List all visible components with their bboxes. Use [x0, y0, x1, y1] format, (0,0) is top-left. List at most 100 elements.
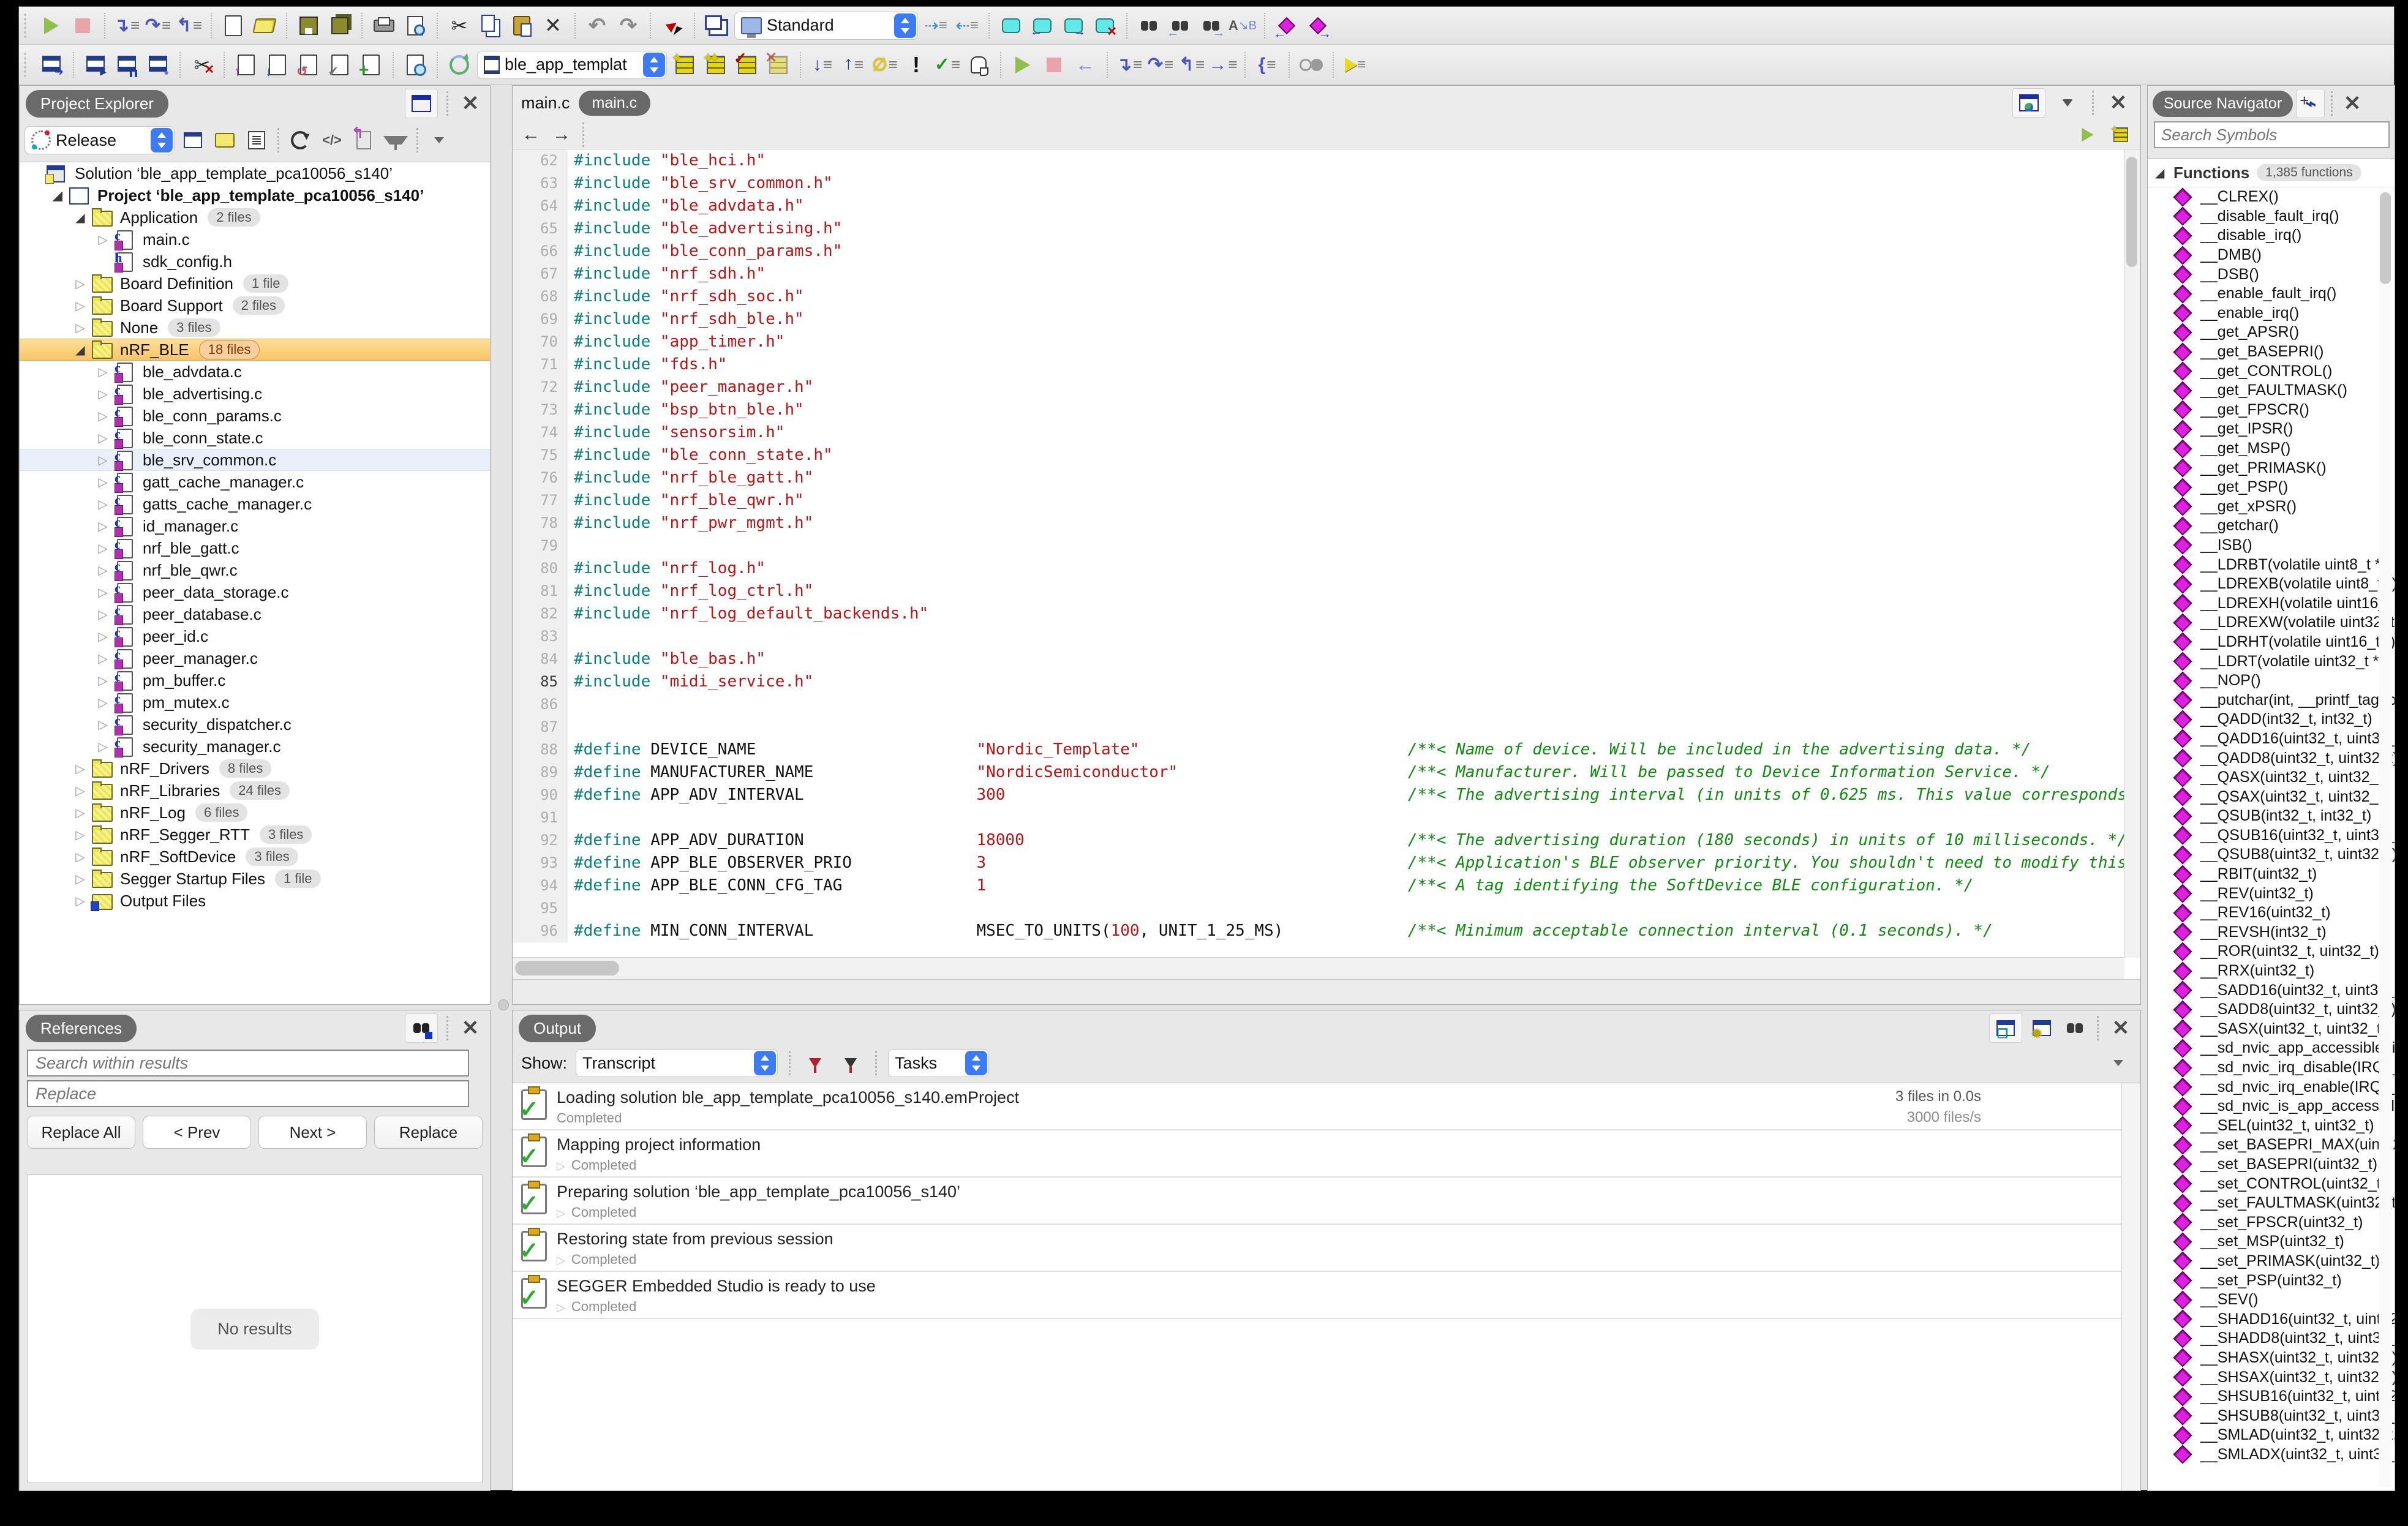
function-item[interactable]: __get_FAULTMASK() — [2148, 381, 2395, 400]
toggle-breakpoint-list-icon[interactable] — [871, 51, 898, 78]
functions-group-row[interactable]: ◢ Functions 1,385 functions — [2148, 159, 2395, 187]
panel-view-button[interactable] — [405, 89, 438, 118]
function-item[interactable]: __enable_fault_irq() — [2148, 284, 2395, 304]
build-log-icon[interactable] — [2028, 1015, 2055, 1042]
pause-target-icon[interactable] — [145, 51, 171, 78]
build-check-icon[interactable] — [734, 51, 761, 78]
goto-reference-icon[interactable] — [176, 12, 203, 39]
scrollbar-thumb[interactable] — [2380, 192, 2391, 284]
task-row[interactable]: SEGGER Embedded Studio is ready to useCo… — [513, 1272, 2122, 1319]
new-file-icon[interactable] — [220, 12, 247, 39]
task-row[interactable]: Preparing solution ‘ble_app_template_pca… — [513, 1178, 2122, 1225]
select-spinner-icon[interactable] — [643, 53, 665, 77]
expander-icon[interactable]: ▷ — [70, 298, 91, 314]
function-item[interactable]: __disable_irq() — [2148, 226, 2395, 246]
function-item[interactable]: __sd_nvic_is_app_accessible_irq(IRQn_Typ… — [2148, 1097, 2395, 1116]
find-icon[interactable] — [1135, 12, 1162, 39]
next-button[interactable]: Next > — [258, 1116, 367, 1149]
tree-item-ble-advdata-c[interactable]: ▷ble_advdata.c — [20, 361, 490, 383]
function-item[interactable]: __SMLAD(uint32_t, uint32_t, uint32_t) — [2148, 1426, 2395, 1445]
goto-prev-location-icon[interactable] — [840, 51, 867, 78]
replace-input[interactable] — [27, 1080, 469, 1107]
function-item[interactable]: __get_PSP() — [2148, 478, 2395, 497]
function-item[interactable]: __QADD8(uint32_t, uint32_t) — [2148, 748, 2395, 768]
expander-icon[interactable]: ◢ — [47, 188, 68, 203]
debug-stop-icon[interactable] — [1040, 51, 1067, 78]
editor-tab-main-c[interactable]: main.c — [579, 91, 651, 116]
replace-icon[interactable] — [1229, 12, 1256, 39]
search-symbols-input[interactable] — [2154, 121, 2390, 148]
add-file-icon[interactable] — [358, 51, 385, 78]
function-item[interactable]: __RRX(uint32_t) — [2148, 961, 2395, 981]
print-preview-icon[interactable] — [402, 12, 429, 39]
function-item[interactable]: __LDREXH(volatile uint16_t *) — [2148, 593, 2395, 613]
editor-menu-chevron-icon[interactable] — [2054, 89, 2081, 116]
function-item[interactable]: __set_CONTROL(uint32_t) — [2148, 1174, 2395, 1193]
goto-next-location-icon[interactable] — [809, 51, 836, 78]
close-panel-button[interactable] — [2107, 1015, 2134, 1042]
function-item[interactable]: __SHADD16(uint32_t, uint32_t) — [2148, 1309, 2395, 1329]
upload-file-icon[interactable] — [233, 51, 260, 78]
function-item[interactable]: __LDRT(volatile uint32_t *) — [2148, 652, 2395, 671]
function-item[interactable]: __sd_nvic_irq_enable(IRQn_Type) — [2148, 1077, 2395, 1097]
tree-item-peer-id-c[interactable]: ▷peer_id.c — [20, 625, 490, 647]
tree-item-output-files[interactable]: ▷Output Files — [20, 890, 490, 912]
function-item[interactable]: __CLREX() — [2148, 187, 2395, 207]
expander-icon[interactable]: ◢ — [70, 342, 91, 358]
function-item[interactable]: __get_BASEPRI() — [2148, 342, 2395, 362]
rebuild-icon[interactable] — [702, 51, 729, 78]
verify-list-icon[interactable] — [934, 51, 961, 78]
function-item[interactable]: __REV16(uint32_t) — [2148, 903, 2395, 923]
build-icon[interactable] — [671, 51, 698, 78]
tree-item-segger-startup-files[interactable]: ▷Segger Startup Files1 file — [20, 868, 490, 890]
function-item[interactable]: __get_MSP() — [2148, 439, 2395, 459]
tree-item-nrf-log[interactable]: ▷nRF_Log6 files — [20, 802, 490, 824]
expander-icon[interactable]: ▷ — [70, 276, 91, 291]
function-item[interactable]: __SASX(uint32_t, uint32_t) — [2148, 1020, 2395, 1039]
step-over-icon[interactable] — [1147, 51, 1174, 78]
source-navigator-tab[interactable]: Source Navigator — [2153, 91, 2293, 117]
function-item[interactable]: __SADD8(uint32_t, uint32_t) — [2148, 1000, 2395, 1020]
navigate-forward-icon[interactable]: → — [549, 124, 574, 145]
function-item[interactable]: __SHSAX(uint32_t, uint32_t) — [2148, 1367, 2395, 1387]
function-item[interactable]: __LDREXB(volatile uint8_t *) — [2148, 574, 2395, 594]
save-icon[interactable] — [295, 12, 322, 39]
tree-item-board-support[interactable]: ▷Board Support2 files — [20, 295, 490, 317]
expander-icon[interactable]: ▷ — [92, 585, 113, 600]
function-item[interactable]: __set_FPSCR(uint32_t) — [2148, 1212, 2395, 1232]
function-item[interactable]: __getchar() — [2148, 516, 2395, 536]
function-item[interactable]: __LDREXW(volatile uint32_t *) — [2148, 613, 2395, 633]
tree-item-nrf-softdevice[interactable]: ▷nRF_SoftDevice3 files — [20, 846, 490, 868]
function-item[interactable]: __set_PRIMASK(uint32_t) — [2148, 1252, 2395, 1271]
function-item[interactable]: __SHASX(uint32_t, uint32_t) — [2148, 1348, 2395, 1368]
tree-item-id-manager-c[interactable]: ▷id_manager.c — [20, 515, 490, 537]
expander-icon[interactable]: ▷ — [70, 320, 91, 336]
show-target-icon[interactable] — [38, 51, 65, 78]
tree-item-sdk-config-h[interactable]: sdk_config.h — [20, 250, 490, 272]
function-item[interactable]: __enable_irq() — [2148, 304, 2395, 323]
tree-item-project-ble-app-template-pca10056-s140-[interactable]: ◢Project ‘ble_app_template_pca10056_s140… — [20, 184, 490, 206]
open-file-icon[interactable] — [251, 12, 278, 39]
step-out-icon[interactable] — [1178, 51, 1205, 78]
collapse-output-icon[interactable] — [2105, 1050, 2132, 1077]
expander-icon[interactable]: ▷ — [92, 430, 113, 446]
tree-item-security-manager-c[interactable]: ▷security_manager.c — [20, 735, 490, 757]
view-source-icon[interactable] — [318, 127, 345, 154]
clear-bookmarks-icon[interactable] — [1091, 12, 1118, 39]
function-item[interactable]: __set_PSP(uint32_t) — [2148, 1271, 2395, 1290]
function-item[interactable]: __DSB() — [2148, 265, 2395, 284]
connect-target-icon[interactable] — [82, 51, 109, 78]
expander-icon[interactable]: ▷ — [70, 827, 91, 843]
run-stop-icon[interactable] — [69, 12, 96, 39]
tree-item-nrf-ble-qwr-c[interactable]: ▷nrf_ble_qwr.c — [20, 559, 490, 581]
find-prev-icon[interactable] — [1167, 12, 1194, 39]
delete-icon[interactable] — [540, 12, 566, 39]
break-execution-icon[interactable] — [965, 51, 992, 78]
editor-horizontal-scrollbar[interactable] — [513, 957, 2124, 980]
tree-item-peer-manager-c[interactable]: ▷peer_manager.c — [20, 647, 490, 669]
function-item[interactable]: __SEV() — [2148, 1290, 2395, 1310]
function-item[interactable]: __get_xPSR() — [2148, 497, 2395, 517]
function-item[interactable]: __LDRHT(volatile uint16_t *) — [2148, 633, 2395, 652]
copy-icon[interactable] — [477, 12, 504, 39]
editor-run-icon[interactable] — [2077, 124, 2098, 145]
